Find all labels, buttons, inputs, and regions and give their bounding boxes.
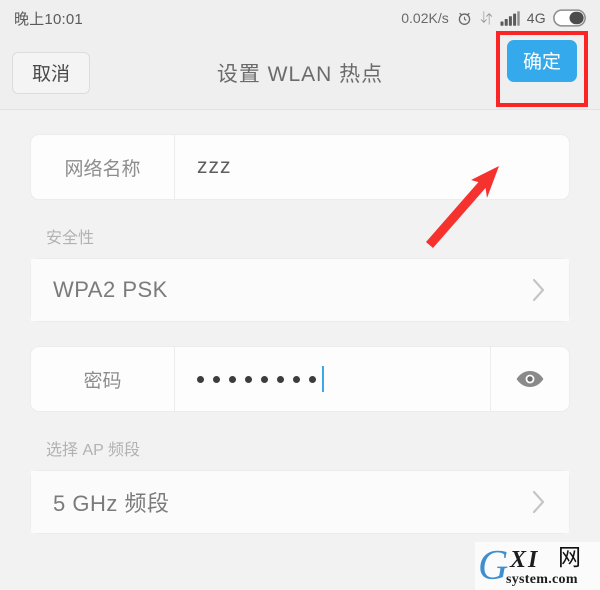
- security-section-label: 安全性: [46, 230, 95, 247]
- status-bar-indicators: 0.02K/s 4G: [401, 9, 586, 27]
- security-type-row[interactable]: WPA2 PSK: [31, 259, 569, 321]
- password-masked-dots: [197, 375, 316, 383]
- watermark: G XI 网 system.com: [475, 542, 600, 590]
- data-transfer-arrows-icon: [480, 10, 493, 26]
- password-card: 密码: [30, 346, 570, 412]
- watermark-brand-g: G: [478, 543, 509, 589]
- network-name-row[interactable]: 网络名称 zzz: [31, 135, 569, 199]
- password-label: 密码: [31, 347, 175, 411]
- security-card: WPA2 PSK: [30, 258, 570, 322]
- security-type-value: WPA2 PSK: [53, 277, 168, 302]
- network-name-card: 网络名称 zzz: [30, 134, 570, 200]
- watermark-brand-wang: 网: [558, 544, 581, 570]
- status-bar: 晚上10:01 0.02K/s 4G: [0, 0, 600, 36]
- network-type-text: 4G: [526, 10, 546, 26]
- ap-band-section-label: 选择 AP 频段: [46, 442, 140, 459]
- watermark-domain: system.com: [506, 572, 578, 587]
- password-input[interactable]: [175, 347, 490, 411]
- password-dot: [197, 375, 204, 383]
- password-dot: [293, 375, 300, 383]
- password-dot: [261, 375, 268, 383]
- alarm-clock-icon: [456, 10, 473, 27]
- settings-content: 网络名称 zzz 安全性 WPA2 PSK 密码 选择 AP 频段 5 GHz …: [0, 110, 600, 534]
- network-speed-text: 0.02K/s: [401, 10, 449, 26]
- confirm-button-container: 确定: [496, 30, 588, 111]
- password-dot: [229, 375, 236, 383]
- confirm-button[interactable]: 确定: [507, 39, 577, 82]
- battery-icon: [553, 9, 586, 27]
- password-dot: [213, 375, 220, 383]
- chevron-right-icon: [531, 277, 547, 303]
- password-dot: [309, 375, 316, 383]
- signal-bars-icon: [500, 10, 520, 26]
- password-dot: [277, 375, 284, 383]
- chevron-right-icon: [531, 489, 547, 515]
- watermark-brand-xi: XI: [510, 547, 540, 573]
- password-reveal-button[interactable]: [490, 347, 569, 411]
- ap-band-row[interactable]: 5 GHz 频段: [31, 471, 569, 533]
- network-name-label: 网络名称: [31, 135, 175, 199]
- password-dot: [245, 375, 252, 383]
- password-row[interactable]: 密码: [31, 347, 569, 411]
- text-cursor: [322, 366, 324, 392]
- network-name-input[interactable]: zzz: [175, 135, 569, 199]
- page-header: 取消 设置 WLAN 热点 确定: [0, 30, 600, 111]
- ap-band-card: 5 GHz 频段: [30, 470, 570, 534]
- ap-band-value: 5 GHz 频段: [53, 491, 170, 516]
- eye-icon: [515, 369, 545, 389]
- status-bar-time: 晚上10:01: [14, 10, 83, 28]
- cancel-button[interactable]: 取消: [12, 51, 90, 94]
